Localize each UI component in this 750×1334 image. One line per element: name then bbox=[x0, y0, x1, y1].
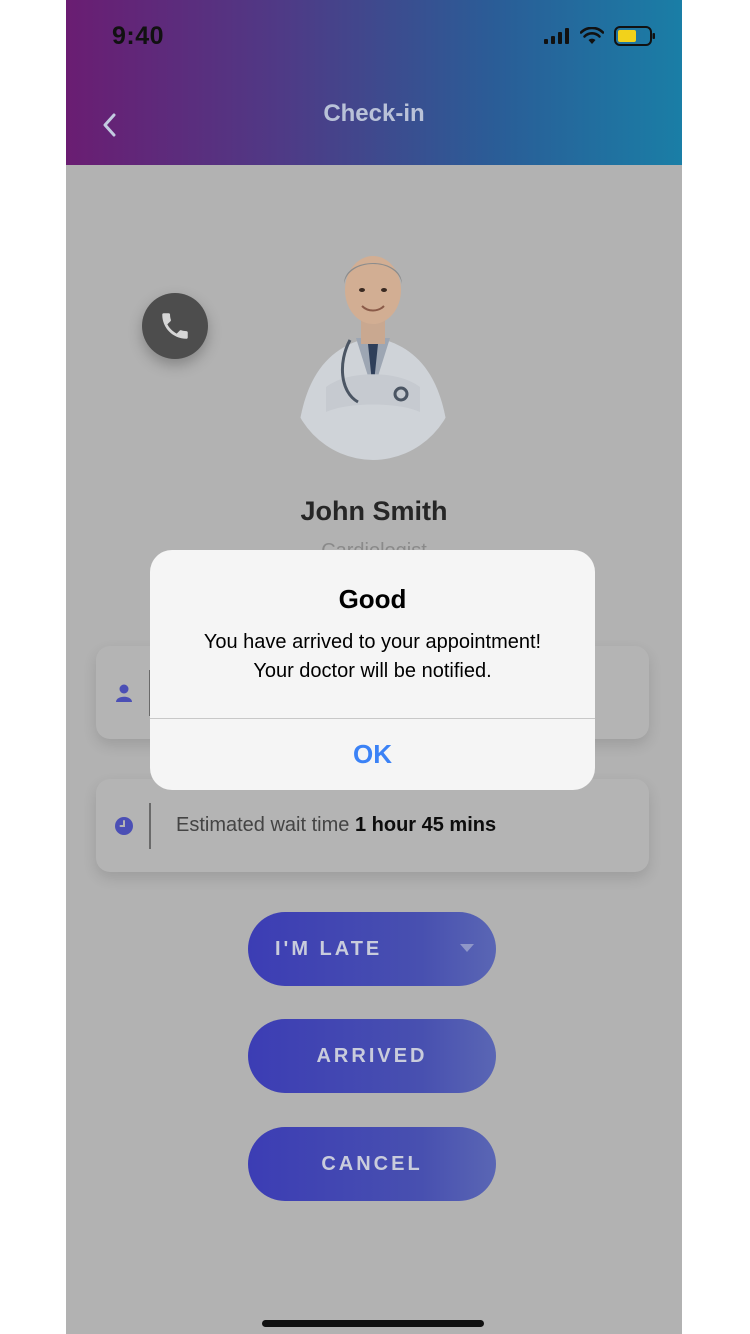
call-button[interactable] bbox=[142, 293, 208, 359]
status-icons bbox=[544, 26, 656, 46]
doctor-avatar bbox=[288, 242, 458, 462]
caret-down-icon bbox=[460, 944, 474, 952]
wait-time-text: Estimated wait time 1 hour 45 mins bbox=[176, 814, 496, 837]
wait-time-card: Estimated wait time 1 hour 45 mins bbox=[96, 779, 649, 872]
battery-icon bbox=[614, 26, 655, 46]
cancel-button[interactable]: CANCEL bbox=[248, 1127, 496, 1201]
status-time: 9:40 bbox=[112, 22, 165, 50]
arrived-button[interactable]: ARRIVED bbox=[248, 1019, 496, 1093]
app-header: 9:40 Check-in bbox=[66, 0, 682, 165]
clock-icon bbox=[115, 817, 133, 835]
wait-time-label: Estimated wait time bbox=[176, 814, 350, 836]
cancel-label: CANCEL bbox=[321, 1152, 423, 1175]
signal-icon bbox=[544, 28, 569, 44]
alert-dialog: Good You have arrived to your appointmen… bbox=[150, 550, 595, 790]
wait-time-value: 1 hour 45 mins bbox=[354, 814, 497, 836]
alert-title: Good bbox=[338, 584, 407, 614]
person-icon bbox=[116, 684, 132, 702]
alert-message-line-2: Your doctor will be notified. bbox=[253, 660, 492, 682]
wifi-icon bbox=[580, 27, 604, 44]
phone-screen: 9:40 Check-in John Smith Cardiologist Es… bbox=[66, 0, 682, 1334]
home-indicator[interactable] bbox=[262, 1320, 484, 1327]
page-title: Check-in bbox=[323, 100, 425, 127]
arrived-label: ARRIVED bbox=[316, 1044, 428, 1067]
doctor-name: John Smith bbox=[300, 496, 448, 526]
alert-message: You have arrived to your appointment! Yo… bbox=[170, 628, 575, 686]
alert-ok-button[interactable]: OK bbox=[150, 719, 595, 790]
alert-message-line-1: You have arrived to your appointment! bbox=[203, 631, 542, 653]
card-divider bbox=[149, 803, 151, 849]
im-late-button[interactable]: I'M LATE bbox=[248, 912, 496, 986]
phone-icon bbox=[162, 313, 188, 339]
im-late-label: I'M LATE bbox=[275, 937, 383, 960]
